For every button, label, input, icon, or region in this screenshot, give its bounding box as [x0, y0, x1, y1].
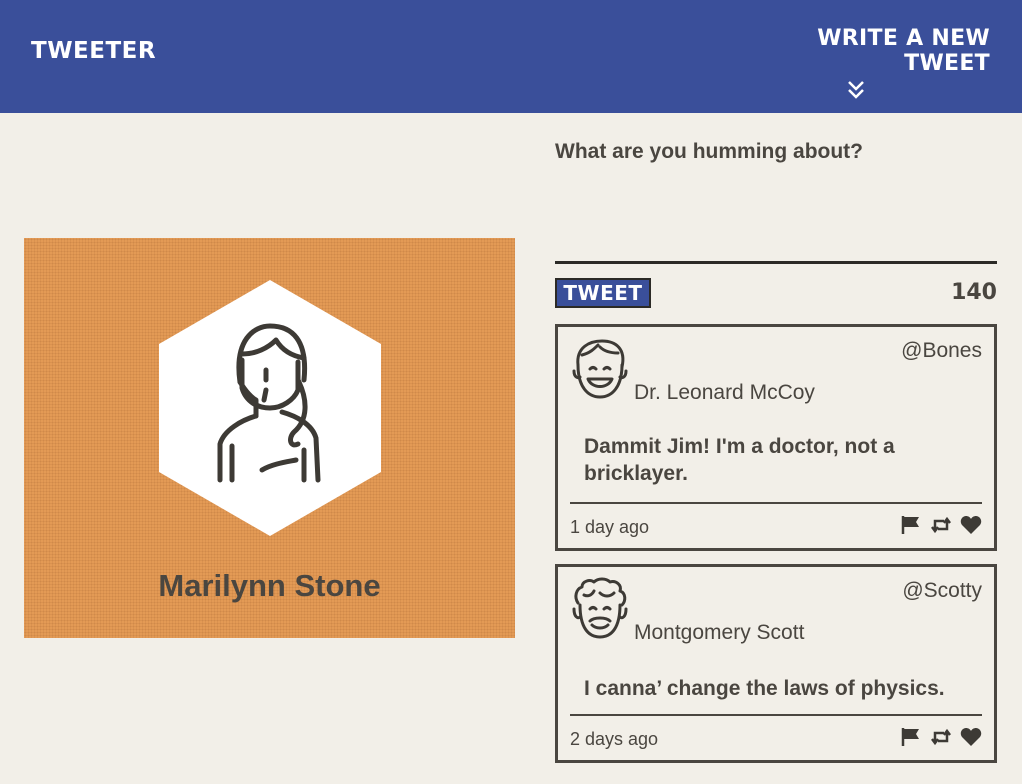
tweet-button[interactable]: TWEET: [555, 278, 651, 308]
write-new-tweet-toggle[interactable]: WRITE A NEW TWEET: [730, 26, 990, 102]
double-chevron-down-icon[interactable]: [844, 78, 868, 102]
compose-underline: [555, 261, 997, 264]
compose-section: What are you humming about? TWEET 140: [555, 135, 997, 308]
flag-icon[interactable]: [900, 515, 922, 535]
tweet-divider: [570, 502, 982, 504]
tweet-handle[interactable]: @Bones: [901, 339, 982, 363]
tweet-card: @Scotty Montgomery Scott I canna’ change…: [555, 564, 997, 763]
tweet-timestamp: 2 days ago: [570, 729, 659, 749]
profile-card: Marilynn Stone: [24, 238, 515, 638]
retweet-icon[interactable]: [930, 727, 952, 747]
tweet-actions: [900, 727, 982, 747]
profile-name: Marilynn Stone: [158, 568, 381, 603]
heart-icon[interactable]: [960, 515, 982, 535]
tweet-card: @Bones Dr. Leonard McCoy Dammit Jim! I'm…: [555, 324, 997, 551]
tweet-actions: [900, 515, 982, 535]
tweet-text: Dammit Jim! I'm a doctor, not a bricklay…: [584, 435, 895, 485]
tweet-text: I canna’ change the laws of physics.: [584, 677, 945, 700]
tweet-timestamp: 1 day ago: [570, 517, 650, 537]
smiling-man-avatar-icon: [572, 339, 628, 399]
character-counter: 140: [951, 280, 997, 305]
tweet-author-name: Dr. Leonard McCoy: [634, 381, 815, 404]
heart-icon[interactable]: [960, 727, 982, 747]
tweet-divider: [570, 714, 982, 716]
woman-avatar-icon: [217, 323, 321, 483]
write-new-tweet-label[interactable]: WRITE A NEW TWEET: [730, 26, 990, 76]
curly-hair-man-avatar-icon: [572, 577, 628, 639]
top-nav: TWEETER WRITE A NEW TWEET: [0, 0, 1022, 113]
compose-prompt[interactable]: What are you humming about?: [555, 140, 997, 164]
brand-logo[interactable]: TWEETER: [31, 38, 156, 64]
retweet-icon[interactable]: [930, 515, 952, 535]
flag-icon[interactable]: [900, 727, 922, 747]
tweet-handle[interactable]: @Scotty: [902, 579, 982, 603]
tweet-author-name: Montgomery Scott: [634, 621, 805, 644]
